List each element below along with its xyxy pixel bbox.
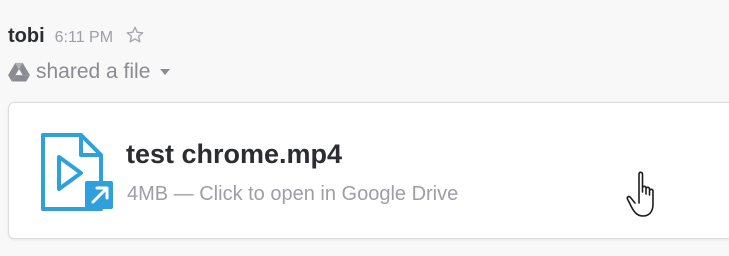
hand-pointer-cursor — [625, 170, 665, 226]
author-name[interactable]: tobi — [8, 25, 45, 48]
message: tobi 6:11 PM shared a file test chrome.m… — [0, 0, 729, 256]
shared-file-label: shared a file — [36, 60, 151, 83]
caret-down-icon[interactable] — [158, 65, 172, 79]
google-drive-icon — [8, 62, 30, 82]
video-file-icon[interactable] — [37, 129, 117, 219]
timestamp[interactable]: 6:11 PM — [55, 29, 113, 47]
message-header: tobi 6:11 PM — [8, 22, 145, 48]
file-name[interactable]: test chrome.mp4 — [126, 139, 342, 170]
file-attachment-card[interactable]: test chrome.mp4 4MB — Click to open in G… — [8, 102, 729, 239]
star-icon[interactable] — [125, 25, 145, 45]
shared-file-action[interactable]: shared a file — [8, 60, 172, 84]
file-meta: 4MB — Click to open in Google Drive — [127, 183, 459, 205]
